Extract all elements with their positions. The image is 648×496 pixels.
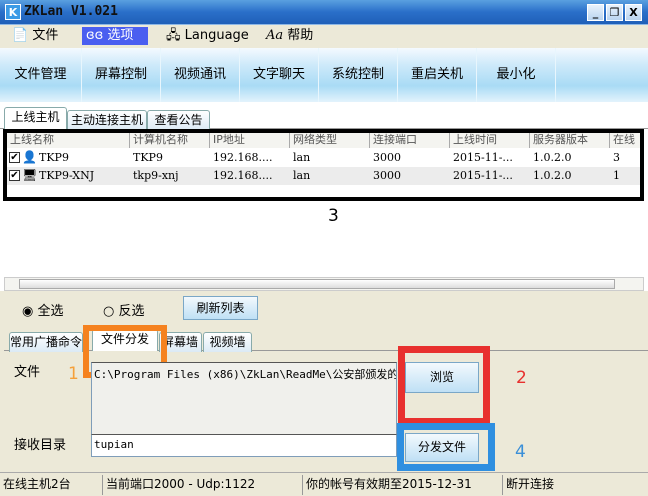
row-checkbox[interactable]: ✔ [9, 170, 20, 181]
toolbar-video[interactable]: 视频通讯 [161, 48, 240, 102]
col-header[interactable]: 服务器版本 [530, 133, 610, 148]
toolbar-screen-control[interactable]: 屏幕控制 [82, 48, 161, 102]
distribute-file-button[interactable]: 分发文件 [405, 433, 479, 462]
status-online-count: 在线主机2台 [0, 475, 103, 495]
browse-button[interactable]: 浏览 [405, 362, 479, 393]
menu-label: 选项 [107, 28, 134, 43]
col-header[interactable]: 上线名称 [7, 133, 130, 148]
cell: 192.168.... [213, 169, 273, 182]
col-header[interactable]: IP地址 [210, 133, 290, 148]
select-all-radio[interactable]: ◉ 全选 [22, 300, 64, 319]
toolbar-minimize[interactable]: 最小化 [477, 48, 556, 102]
menu-label: 文件 [32, 28, 59, 43]
cell: 3 [613, 151, 620, 164]
cell: 1 [613, 169, 620, 182]
menu-help[interactable]: Aa 帮助 [262, 27, 317, 45]
toolbar-file-manage[interactable]: 文件管理 [0, 48, 82, 102]
tab-announcements[interactable]: 查看公告 [147, 110, 210, 130]
cell: 1.0.2.0 [533, 169, 572, 182]
menu-label: Language [184, 28, 249, 43]
col-header[interactable]: 计算机名称 [130, 133, 210, 148]
table-row[interactable]: ✔ 🖥 TKP9-XNJ tkp9-xnj 192.168.... lan 30… [7, 167, 640, 185]
invert-select-radio[interactable]: ○ 反选 [103, 300, 145, 319]
cell: tkp9-xnj [133, 169, 179, 182]
menu-language[interactable]: 🖧 Language [162, 27, 253, 45]
annotation-4: 4 [515, 442, 526, 462]
window-title: ZKLan V1.021 [24, 4, 118, 19]
host-icon: 👤 [22, 150, 37, 164]
row-checkbox[interactable]: ✔ [9, 152, 20, 163]
cell: TKP9 [133, 151, 163, 164]
cell: 2015-11-... [453, 151, 513, 164]
file-icon: 📄 [12, 28, 29, 43]
minimize-button[interactable]: _ [587, 4, 604, 21]
toolbar-text-chat[interactable]: 文字聊天 [240, 48, 319, 102]
file-label: 文件 [14, 365, 41, 380]
col-header[interactable]: 上线时间 [450, 133, 530, 148]
status-bar: 在线主机2台 当前端口2000 - Udp:1122 你的帐号有效期至2015-… [0, 472, 648, 496]
receive-dir-label: 接收目录 [14, 438, 67, 453]
col-header[interactable]: 连接端口 [370, 133, 450, 148]
radio-label: 反选 [118, 304, 145, 319]
menu-bar: 📄 文件 ɞɞ 选项 🖧 Language Aa 帮助 [0, 25, 648, 47]
cell: lan [293, 169, 311, 182]
language-icon: 🖧 [166, 28, 181, 43]
annotation-3: 3 [328, 206, 339, 226]
annotation-1: 1 [68, 364, 79, 384]
menu-file[interactable]: 📄 文件 [8, 27, 62, 45]
col-header[interactable]: 网络类型 [290, 133, 370, 148]
cell: TKP9 [39, 151, 69, 164]
title-bar: K ZKLan V1.021 _ ❐ X [0, 0, 648, 25]
help-icon: Aa [266, 28, 284, 43]
app-logo-icon: K [5, 4, 21, 20]
receive-dir-input[interactable]: tupian [91, 434, 397, 457]
status-port: 当前端口2000 - Udp:1122 [103, 475, 303, 495]
menu-label: 帮助 [287, 28, 314, 43]
computer-icon: 🖥 [22, 168, 38, 182]
close-button[interactable]: X [625, 4, 642, 21]
tab-video-wall[interactable]: 视频墙 [203, 332, 252, 352]
tab-broadcast[interactable]: 常用广播命令 [9, 332, 83, 352]
host-table: 上线名称 计算机名称 IP地址 网络类型 连接端口 上线时间 服务器版本 在线 … [3, 129, 644, 201]
table-row[interactable]: ✔ 👤 TKP9 TKP9 192.168.... lan 3000 2015-… [7, 149, 640, 167]
status-disconnect[interactable]: 断开连接 [503, 475, 648, 495]
restore-button[interactable]: ❐ [606, 4, 623, 21]
cell: 3000 [373, 169, 401, 182]
toolbar: 文件管理 屏幕控制 视频通讯 文字聊天 系统控制 重启关机 最小化 [0, 48, 648, 102]
cell: 3000 [373, 151, 401, 164]
glasses-icon: ɞɞ [86, 28, 104, 43]
scrollbar-thumb[interactable] [19, 279, 615, 289]
tab-connect-host[interactable]: 主动连接主机 [67, 110, 147, 130]
status-expiry: 你的帐号有效期至2015-12-31 [303, 475, 503, 495]
horizontal-scrollbar[interactable] [4, 277, 644, 291]
col-header[interactable]: 在线 [610, 133, 640, 148]
cell: 192.168.... [213, 151, 273, 164]
menu-options[interactable]: ɞɞ 选项 [82, 27, 148, 45]
cell: 1.0.2.0 [533, 151, 572, 164]
cell: TKP9-XNJ [39, 169, 95, 182]
radio-label: 全选 [37, 304, 64, 319]
cell: lan [293, 151, 311, 164]
annotation-2: 2 [516, 368, 527, 388]
cell: 2015-11-... [453, 169, 513, 182]
toolbar-system-control[interactable]: 系统控制 [319, 48, 398, 102]
refresh-list-button[interactable]: 刷新列表 [183, 296, 258, 320]
toolbar-restart[interactable]: 重启关机 [398, 48, 477, 102]
tab-online-hosts[interactable]: 上线主机 [4, 107, 67, 129]
